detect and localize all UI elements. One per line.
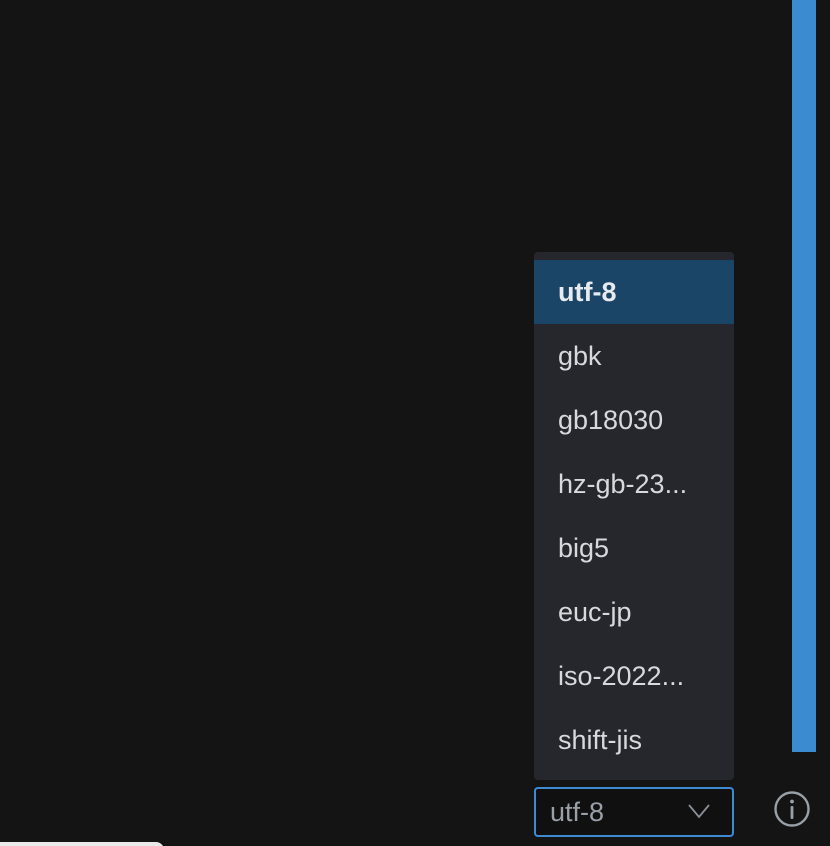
option-shift-jis[interactable]: shift-jis	[534, 708, 734, 772]
option-utf-8[interactable]: utf-8	[534, 260, 734, 324]
info-icon[interactable]	[773, 790, 811, 828]
bottom-edge-strip	[0, 842, 164, 846]
app-window: utf-8 gbk gb18030 hz-gb-23... big5 euc-j…	[0, 0, 830, 846]
vertical-scrollbar[interactable]	[792, 0, 816, 752]
option-big5[interactable]: big5	[534, 516, 734, 580]
option-gb18030[interactable]: gb18030	[534, 388, 734, 452]
chevron-down-icon	[688, 804, 710, 819]
option-gbk[interactable]: gbk	[534, 324, 734, 388]
option-hz-gb[interactable]: hz-gb-23...	[534, 452, 734, 516]
option-iso-2022[interactable]: iso-2022...	[534, 644, 734, 708]
encoding-select[interactable]: utf-8	[534, 787, 734, 837]
option-euc-jp[interactable]: euc-jp	[534, 580, 734, 644]
encoding-select-value: utf-8	[550, 797, 605, 827]
encoding-dropdown-list: utf-8 gbk gb18030 hz-gb-23... big5 euc-j…	[534, 252, 734, 780]
